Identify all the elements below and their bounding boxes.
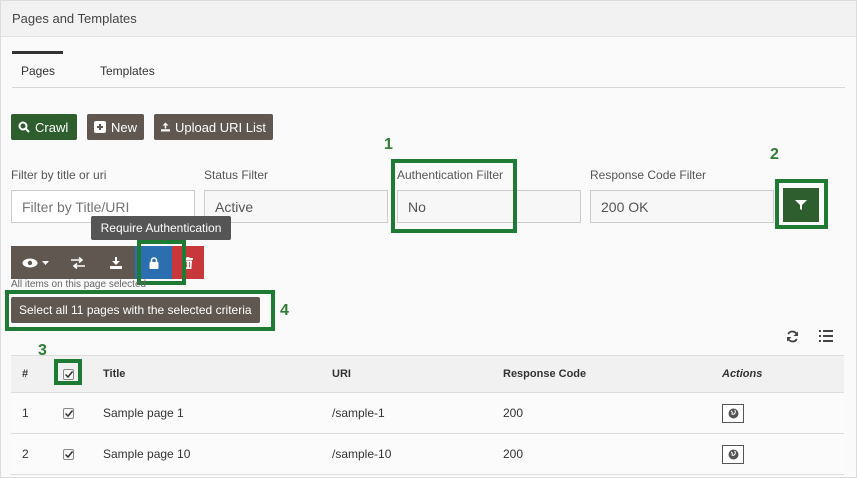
refresh-icon <box>786 330 798 342</box>
upload-label: Upload URI List <box>174 119 266 135</box>
response-code-filter-select[interactable]: 200 OK <box>590 190 774 223</box>
row-uri: /sample-1 <box>332 406 385 420</box>
new-button[interactable]: New <box>87 114 144 140</box>
row-select-cell <box>63 434 74 474</box>
highlight-select-all-checkbox <box>54 359 82 385</box>
highlight-filter-button <box>775 179 828 229</box>
annotation-2: 2 <box>770 146 779 163</box>
tooltip: Require Authentication <box>91 216 231 240</box>
tab-pages[interactable]: Pages <box>12 51 63 88</box>
row-title[interactable]: Sample page 1 <box>103 393 184 433</box>
row-response-code: 200 <box>503 447 524 461</box>
row-actions <box>722 393 744 433</box>
annotation-4: 4 <box>280 302 289 319</box>
globe-icon <box>728 449 738 459</box>
panel-header: Pages and Templates <box>1 1 856 37</box>
header-response-code[interactable]: Response Code <box>503 356 586 392</box>
row-select-cell <box>63 393 74 433</box>
caret-down-icon <box>41 260 49 265</box>
download-icon <box>110 256 122 269</box>
title-filter-label: Filter by title or uri <box>11 168 107 182</box>
checkmark-icon <box>64 450 73 458</box>
upload-uri-list-button[interactable]: Upload URI List <box>154 114 273 140</box>
row-num: 2 <box>22 447 29 461</box>
response-code-filter-label: Response Code Filter <box>590 168 707 182</box>
column-list-button[interactable] <box>818 328 834 344</box>
row-num: 1 <box>22 406 29 420</box>
list-icon <box>819 330 833 342</box>
globe-icon <box>728 408 738 418</box>
checkmark-icon <box>64 409 73 417</box>
highlight-select-all <box>5 290 275 331</box>
new-label: New <box>110 119 137 135</box>
swap-icon <box>71 256 85 269</box>
plus-square-icon <box>94 121 106 133</box>
download-button[interactable] <box>97 246 135 279</box>
crawl-button[interactable]: Crawl <box>11 114 77 140</box>
refresh-button[interactable] <box>784 328 800 344</box>
upload-icon <box>161 122 170 132</box>
row-title[interactable]: Sample page 10 <box>103 434 190 474</box>
panel-title: Pages and Templates <box>12 11 137 26</box>
status-filter-select[interactable]: Active <box>204 190 388 223</box>
row-checkbox[interactable] <box>63 407 74 419</box>
table-row: 1 Sample page 1 /sample-1 200 <box>11 393 844 434</box>
visibility-dropdown-button[interactable] <box>11 246 59 279</box>
header-actions: Actions <box>722 368 763 380</box>
row-response-code: 200 <box>503 406 524 420</box>
all-selected-note: All items on this page selected <box>11 279 147 290</box>
table-header: # Title URI Response Code Actions <box>11 355 844 393</box>
annotation-1: 1 <box>384 136 393 153</box>
view-page-button[interactable] <box>722 444 744 464</box>
tab-bar: Pages Templates <box>12 51 845 88</box>
table-row: 2 Sample page 10 /sample-10 200 <box>11 434 844 475</box>
row-uri: /sample-10 <box>332 447 392 461</box>
eye-icon <box>22 258 37 267</box>
view-page-button[interactable] <box>722 403 744 423</box>
header-title[interactable]: Title <box>103 356 125 392</box>
move-button[interactable] <box>59 246 97 279</box>
row-checkbox[interactable] <box>63 448 74 460</box>
crawl-label: Crawl <box>35 119 69 135</box>
row-actions <box>722 434 744 474</box>
search-icon <box>18 121 30 133</box>
highlight-authentication-filter <box>391 159 517 233</box>
status-filter-label: Status Filter <box>204 168 269 182</box>
tab-templates[interactable]: Templates <box>100 51 155 88</box>
header-uri[interactable]: URI <box>332 356 351 392</box>
header-num: # <box>22 368 29 380</box>
